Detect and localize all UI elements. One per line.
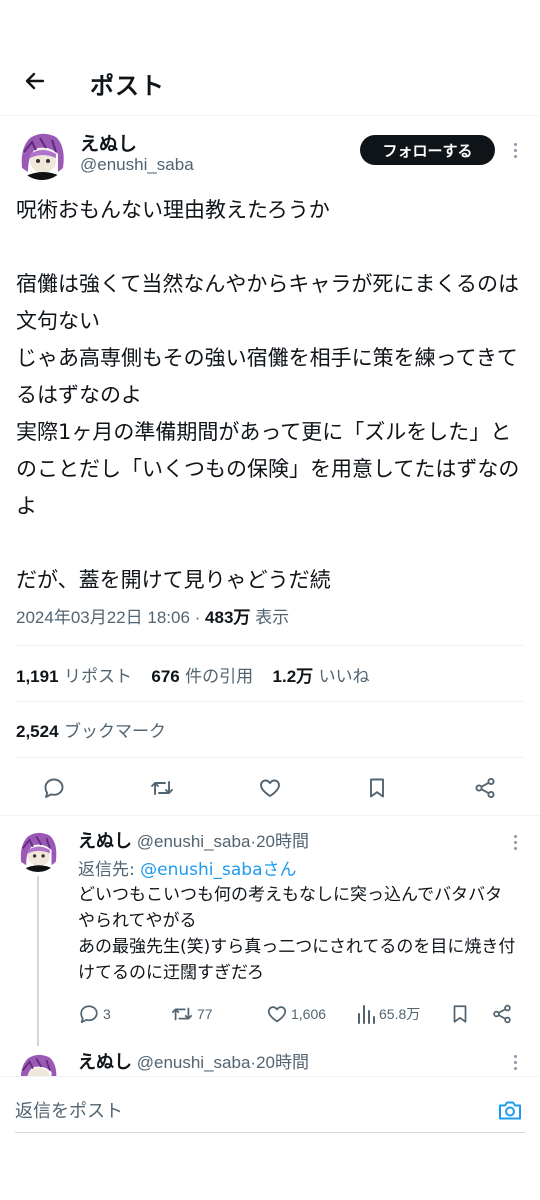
reply-author-name[interactable]: えぬし	[78, 1052, 132, 1073]
repost-icon	[171, 1007, 193, 1021]
reply-to-handle-text: @enushi_saba	[140, 860, 263, 880]
reply-icon	[44, 778, 64, 798]
bookmarks-label: ブックマーク	[63, 722, 166, 742]
tweet-meta: 2024年03月22日 18:06 · 483万 表示	[16, 603, 289, 628]
reply-to-suffix: さん	[262, 860, 297, 880]
camera-icon	[499, 1101, 521, 1120]
page-title: ポスト	[90, 72, 165, 100]
reply-view-count: 65.8万	[379, 1006, 421, 1022]
reply-header: えぬし @enushi_saba·20時間	[78, 827, 309, 853]
arrow-left-icon	[25, 72, 45, 90]
reply-like-count: 1,606	[291, 1006, 327, 1022]
follow-button[interactable]: フォローする	[360, 135, 495, 165]
reply-to-label: 返信先:	[78, 860, 135, 880]
reply-author-handle[interactable]: @enushi_saba	[137, 1053, 251, 1072]
reply-more-icon[interactable]	[505, 830, 525, 854]
heart-icon	[267, 1006, 287, 1023]
divider	[16, 701, 524, 702]
reply-views-button[interactable]: 65.8万	[356, 1000, 420, 1028]
top-bar: ポスト	[0, 44, 540, 116]
meta-separator: ·	[194, 608, 206, 627]
reposts-count: 1,191	[16, 667, 59, 686]
bookmark-icon	[453, 1005, 467, 1023]
reply-button[interactable]	[38, 772, 70, 804]
author-avatar[interactable]	[16, 128, 68, 180]
reply-bookmark-button[interactable]	[449, 1000, 471, 1028]
author-handle[interactable]: @enushi_saba	[80, 155, 194, 175]
reply-text: どいつもこいつも何の考えもなしに突っ込んでバタバタやられてやがる あの最強先生(…	[78, 885, 516, 983]
reply-more-icon[interactable]	[505, 1050, 525, 1074]
like-button[interactable]	[254, 772, 286, 804]
reply-reply-button[interactable]: 3	[78, 1000, 111, 1028]
reply-time[interactable]: 20時間	[256, 1053, 309, 1072]
quotes-label: 件の引用	[185, 667, 254, 687]
reply-input[interactable]: 返信をポスト	[15, 1097, 123, 1123]
bookmark-button[interactable]	[361, 772, 393, 804]
share-button[interactable]	[469, 772, 501, 804]
reply-to-handle[interactable]: @enushi_sabaさん	[140, 860, 296, 880]
repost-icon	[151, 781, 173, 795]
likes-count: 1.2万	[272, 667, 314, 686]
reposts-stat[interactable]: 1,191 リポスト	[16, 667, 132, 687]
view-count: 483万	[205, 608, 251, 627]
bookmarks-stat[interactable]: 2,524 ブックマーク	[16, 717, 166, 742]
reposts-label: リポスト	[63, 667, 132, 687]
reply-composer: 返信をポスト	[0, 1076, 540, 1200]
reply-icon	[80, 1005, 98, 1024]
tweet-datetime[interactable]: 2024年03月22日 18:06	[16, 608, 190, 627]
more-options-icon[interactable]	[505, 138, 525, 162]
back-button[interactable]	[18, 64, 52, 98]
engagement-stats: 1,191 リポスト 676 件の引用 1.2万 いいね	[16, 662, 384, 687]
reply-header: えぬし @enushi_saba·20時間	[78, 1048, 309, 1074]
reply-share-button[interactable]	[491, 1000, 513, 1028]
reply-repost-count: 77	[197, 1006, 213, 1022]
reply-to-line: 返信先: @enushi_sabaさん	[78, 855, 297, 880]
share-icon	[493, 1004, 511, 1024]
thread-line	[37, 876, 39, 1046]
author-name[interactable]: えぬし	[80, 129, 137, 156]
tweet-text: 呪術おもんない理由教えたろうか 宿儺は強くて当然なんやからキャラが死にまくるのは…	[16, 198, 520, 592]
likes-label: いいね	[318, 667, 370, 687]
views-label: 表示	[255, 608, 290, 627]
likes-stat[interactable]: 1.2万 いいね	[273, 667, 370, 687]
divider	[16, 757, 524, 758]
repost-button[interactable]	[146, 772, 178, 804]
reply-reply-count: 3	[103, 1006, 111, 1022]
quotes-stat[interactable]: 676 件の引用	[151, 667, 253, 687]
reply-repost-button[interactable]: 77	[170, 1000, 213, 1028]
quotes-count: 676	[151, 667, 180, 686]
bookmark-icon	[370, 778, 384, 798]
camera-button[interactable]	[495, 1095, 525, 1125]
heart-icon	[260, 779, 280, 797]
bar-chart-icon	[358, 1005, 375, 1024]
divider	[16, 645, 524, 646]
share-icon	[475, 777, 495, 799]
reply-author-name[interactable]: えぬし	[78, 831, 132, 852]
reply-like-button[interactable]: 1,606	[266, 1000, 326, 1028]
divider	[0, 815, 540, 816]
reply-author-handle[interactable]: @enushi_saba	[137, 832, 251, 851]
reply-avatar[interactable]	[16, 828, 60, 872]
bookmarks-count: 2,524	[16, 722, 59, 741]
reply-time[interactable]: 20時間	[256, 832, 309, 851]
composer-underline	[15, 1132, 525, 1133]
